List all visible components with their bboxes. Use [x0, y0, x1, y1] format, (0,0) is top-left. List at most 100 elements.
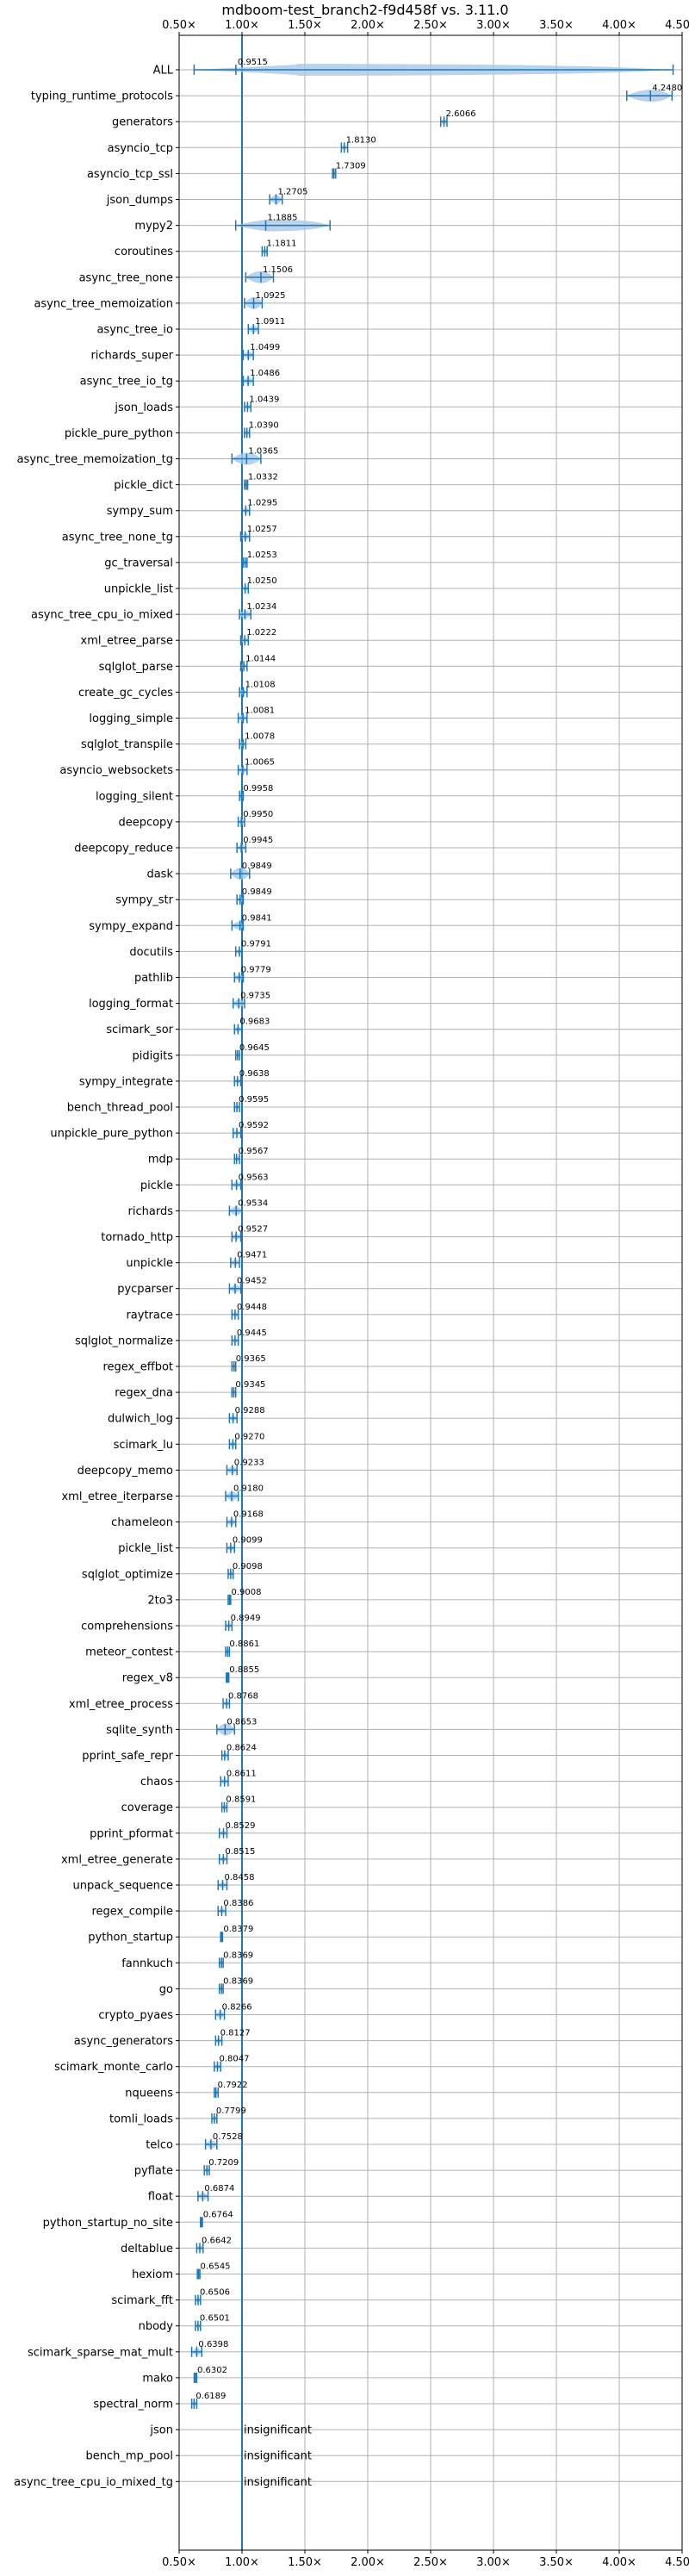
y-tick-label: logging_simple [89, 712, 173, 725]
value-label: 0.9527 [238, 1225, 268, 1235]
value-label: 4.2480 [652, 84, 682, 93]
y-tick-label: deepcopy [118, 816, 173, 829]
y-tick-label: sqlite_synth [106, 1724, 173, 1737]
value-label: 0.7528 [213, 2132, 243, 2142]
y-tick-label: sqlglot_parse [99, 661, 173, 674]
value-label: 0.8458 [224, 1873, 254, 1882]
y-tick-label: asyncio_tcp [108, 142, 173, 155]
insignificant-label: insignificant [244, 2450, 312, 2463]
value-label: 1.0911 [255, 317, 285, 327]
y-tick-label: pprint_safe_repr [82, 1750, 173, 1763]
value-label: 0.6545 [201, 2262, 231, 2272]
y-tick-label: sympy_integrate [79, 1075, 173, 1088]
y-tick-label: generators [112, 116, 173, 129]
x-tick-label-top: 3.00× [476, 19, 511, 32]
value-label: 0.9365 [236, 1354, 266, 1364]
y-tick-label: mako [142, 2372, 173, 2385]
y-tick-label: raytrace [126, 1309, 173, 1322]
value-label: 1.0295 [247, 499, 277, 508]
y-tick-label: nqueens [125, 2087, 173, 2100]
value-label: 0.8653 [227, 1717, 257, 1727]
y-tick-label: deltablue [121, 2243, 173, 2256]
y-tick-label: dulwich_log [108, 1413, 173, 1426]
x-tick-label-bottom: 1.00× [225, 2556, 259, 2569]
value-label: 1.0234 [246, 602, 276, 612]
value-label: 0.8529 [226, 1821, 256, 1831]
y-tick-label: tomli_loads [109, 2112, 173, 2125]
chart-title: mdboom-test_branch2-f9d458f vs. 3.11.0 [221, 2, 508, 19]
value-label: 0.6642 [202, 2236, 232, 2245]
y-tick-label: deepcopy_memo [78, 1465, 173, 1478]
y-tick-label: telco [146, 2139, 173, 2152]
y-tick-label: richards [128, 1205, 174, 1218]
y-tick-label: comprehensions [81, 1621, 173, 1633]
value-label: 0.9849 [242, 862, 272, 871]
value-label: 0.8266 [222, 2003, 252, 2013]
value-label: 0.9638 [239, 1069, 270, 1079]
x-tick-label-top: 3.50× [539, 19, 574, 32]
x-tick-label-top: 2.00× [351, 19, 385, 32]
value-label: 0.9791 [241, 939, 271, 949]
value-label: 1.0439 [249, 395, 279, 404]
value-label: 0.7209 [208, 2158, 239, 2168]
value-label: 0.9448 [237, 1303, 267, 1312]
value-label: 0.9233 [234, 1458, 264, 1467]
y-tick-label: scimark_sparse_mat_mult [28, 2346, 173, 2359]
value-label: 0.9471 [237, 1251, 267, 1260]
value-label: 0.9779 [241, 966, 271, 975]
insignificant-label: insignificant [244, 2476, 312, 2489]
value-label: 0.8861 [229, 1640, 259, 1649]
y-tick-label: xml_etree_process [69, 1698, 173, 1711]
y-tick-label: go [159, 1983, 173, 1996]
y-tick-label: python_startup_no_site [43, 2217, 173, 2230]
value-label: 0.9950 [243, 810, 273, 819]
x-tick-label-bottom: 1.50× [288, 2556, 322, 2569]
y-tick-label: asyncio_tcp_ssl [87, 168, 173, 181]
x-tick-label-bottom: 2.50× [413, 2556, 448, 2569]
value-label: 2.6066 [446, 109, 476, 119]
value-label: 0.8386 [223, 1899, 253, 1908]
value-label: 0.9515 [238, 58, 268, 67]
y-tick-label: chaos [140, 1776, 173, 1789]
y-tick-label: pycparser [117, 1283, 173, 1296]
y-tick-label: async_tree_cpu_io_mixed_tg [14, 2476, 173, 2489]
x-tick-label-bottom: 4.00× [602, 2556, 636, 2569]
value-label: 0.9098 [233, 1562, 263, 1571]
y-tick-label: regex_compile [91, 1906, 173, 1919]
y-tick-label: gc_traversal [104, 557, 173, 569]
value-label: 0.9345 [235, 1380, 265, 1390]
y-tick-label: logging_silent [96, 790, 173, 803]
value-label: 1.0108 [245, 680, 276, 689]
value-label: 0.8515 [225, 1847, 255, 1857]
value-label: 1.0081 [245, 706, 275, 716]
y-tick-label: ALL [153, 65, 174, 78]
y-tick-label: sqlglot_normalize [75, 1335, 173, 1347]
value-label: 0.8949 [231, 1614, 261, 1623]
value-label: 1.1885 [268, 214, 298, 223]
y-tick-label: float [148, 2191, 173, 2204]
value-label: 0.9563 [239, 1173, 269, 1182]
axis-layer: 0.50× 0.50× 1.00× 1.00× 1.50× 1.50× 2.00× 2.00×… [14, 19, 689, 2569]
x-tick-label-top: 2.50× [413, 19, 448, 32]
y-tick-label: pickle_dict [114, 479, 173, 492]
y-tick-label: json_dumps [106, 194, 173, 207]
y-tick-label: pidigits [133, 1049, 174, 1062]
y-tick-label: coverage [121, 1801, 173, 1814]
y-tick-label: mypy2 [134, 220, 173, 233]
value-label: 0.9841 [242, 913, 272, 923]
y-tick-label: scimark_fft [111, 2294, 173, 2307]
y-tick-label: json_loads [114, 401, 173, 414]
value-label: 1.0253 [247, 551, 277, 560]
y-tick-label: typing_runtime_protocols [31, 90, 173, 103]
y-tick-label: meteor_contest [85, 1646, 173, 1659]
value-label: 1.0486 [250, 369, 280, 378]
y-tick-label: async_tree_none [79, 271, 173, 284]
value-label: 0.7922 [218, 2081, 248, 2090]
y-tick-label: sympy_str [115, 894, 173, 907]
x-tick-label-bottom: 3.50× [539, 2556, 574, 2569]
value-label: 0.9288 [235, 1406, 265, 1416]
y-tick-label: sympy_expand [89, 920, 173, 933]
value-label: 0.6398 [198, 2340, 228, 2349]
value-label: 1.1811 [266, 240, 296, 249]
value-label: 0.9180 [233, 1484, 264, 1494]
